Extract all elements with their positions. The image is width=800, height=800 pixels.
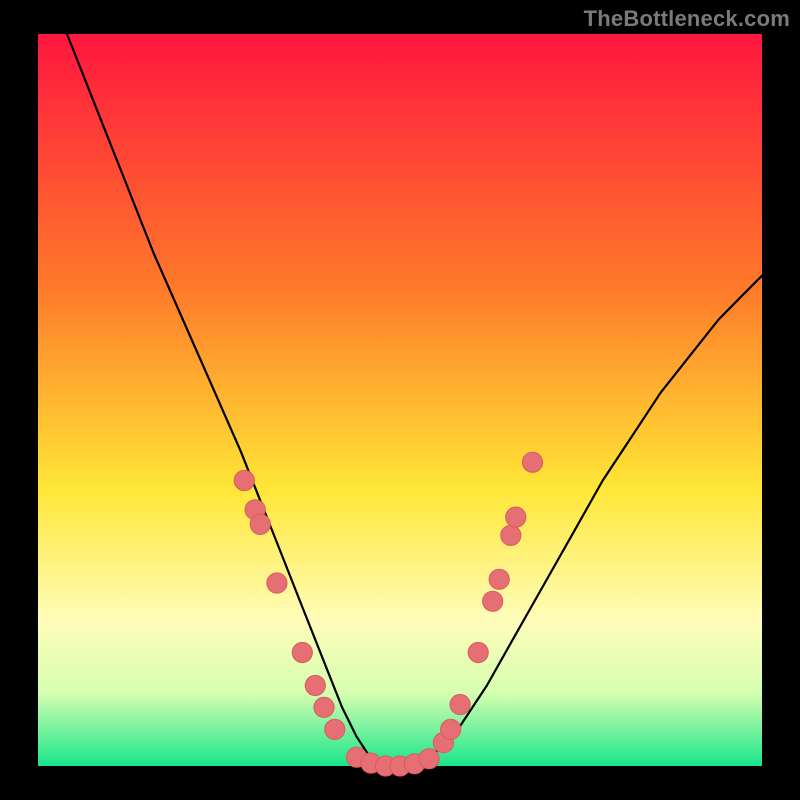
plot-background: [38, 34, 762, 766]
data-marker: [501, 525, 521, 545]
attribution-label: TheBottleneck.com: [584, 6, 790, 32]
data-marker: [305, 675, 325, 695]
data-marker: [506, 507, 526, 527]
data-marker: [250, 514, 270, 534]
data-marker: [314, 697, 334, 717]
data-marker: [441, 719, 461, 739]
data-marker: [483, 591, 503, 611]
data-marker: [450, 694, 470, 714]
data-marker: [522, 452, 542, 472]
data-marker: [325, 719, 345, 739]
data-marker: [489, 569, 509, 589]
data-marker: [419, 749, 439, 769]
data-marker: [468, 642, 488, 662]
data-marker: [267, 573, 287, 593]
data-marker: [234, 470, 254, 490]
data-marker: [292, 642, 312, 662]
chart-stage: TheBottleneck.com: [0, 0, 800, 800]
bottleneck-chart: [0, 0, 800, 800]
